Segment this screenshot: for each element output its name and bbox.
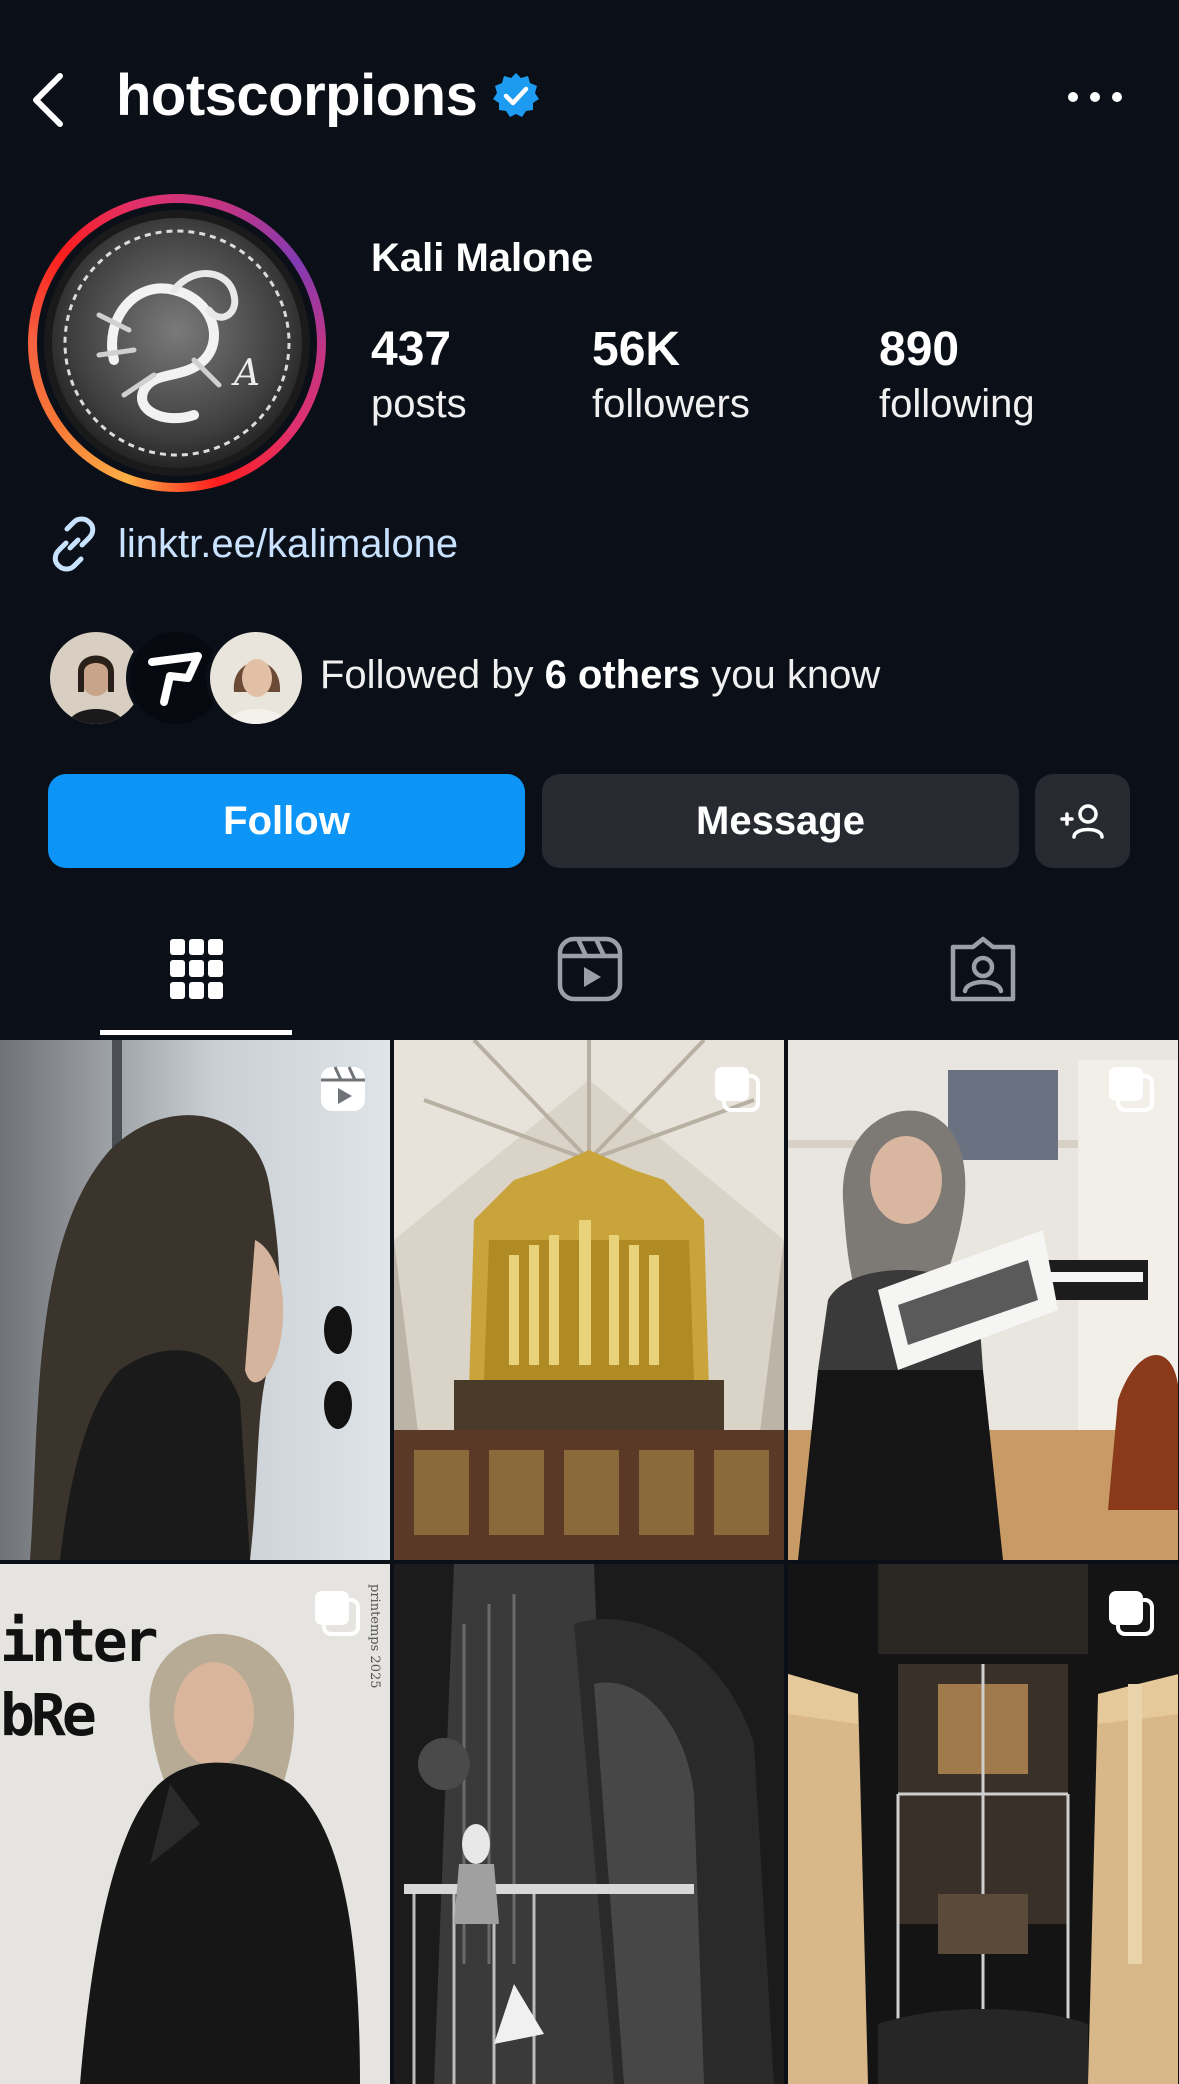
tab-posts-grid[interactable] [0, 900, 393, 1038]
magazine-title: inter bRe [0, 1607, 159, 1749]
tab-tagged[interactable] [786, 900, 1179, 1038]
stat-followers-value: 56K [592, 323, 681, 376]
profile-tabs [0, 900, 1179, 1038]
carousel-badge-icon [1109, 1591, 1154, 1636]
more-horizontal-icon [1068, 92, 1122, 102]
stat-following[interactable]: 890 following [879, 320, 1035, 428]
carousel-badge-icon [1109, 1067, 1154, 1112]
username-text: hotscorpions [116, 63, 478, 128]
stat-posts-label: posts [371, 382, 467, 426]
stat-posts-value: 437 [371, 323, 452, 376]
post-thumbnail-2[interactable] [394, 1040, 784, 1560]
message-button[interactable]: Message [542, 774, 1019, 868]
more-options-button[interactable] [1060, 72, 1130, 122]
mutual-count: 6 others [544, 652, 701, 697]
mutual-followers[interactable]: Followed by 6 others you know [46, 626, 881, 728]
post-thumbnail-6[interactable] [788, 1564, 1178, 2084]
profile-username: hotscorpions [116, 62, 541, 129]
coin-scorpion-image: A [44, 210, 310, 476]
stat-followers[interactable]: 56K followers [592, 320, 750, 428]
carousel-badge-icon [315, 1591, 360, 1636]
magazine-side-text: printemps 2025 [367, 1584, 382, 1689]
mutual-followers-text: Followed by 6 others you know [320, 652, 881, 697]
stat-following-label: following [879, 382, 1035, 426]
active-tab-indicator [100, 1030, 292, 1035]
back-button[interactable] [18, 60, 78, 140]
stat-posts[interactable]: 437 posts [371, 320, 467, 428]
suggested-accounts-button[interactable] [1035, 774, 1130, 868]
top-bar: hotscorpions [0, 0, 1179, 200]
grid-icon [169, 939, 223, 999]
bio-link[interactable]: linktr.ee/kalimalone [46, 516, 458, 572]
mutual-avatar-3 [206, 628, 306, 728]
add-person-icon [1059, 804, 1104, 839]
reels-icon [557, 936, 622, 1002]
follow-button[interactable]: Follow [48, 774, 525, 868]
profile-avatar: A [44, 210, 310, 476]
tagged-icon [950, 936, 1015, 1002]
mutual-avatars [46, 626, 306, 728]
reel-badge-icon [321, 1066, 365, 1111]
tab-reels[interactable] [393, 900, 786, 1038]
post-thumbnail-5[interactable] [394, 1564, 784, 2084]
profile-avatar-story-ring[interactable]: A [28, 194, 326, 492]
stat-following-value: 890 [879, 323, 960, 376]
post-thumbnail-3[interactable] [788, 1040, 1178, 1560]
chevron-left-icon [33, 73, 63, 127]
carousel-badge-icon [715, 1067, 760, 1112]
link-icon [52, 516, 96, 572]
post-thumbnail-1[interactable] [0, 1040, 390, 1560]
post-thumbnail-4[interactable]: inter bRe printemps 2025 [0, 1564, 390, 2084]
bio-link-text: linktr.ee/kalimalone [118, 521, 459, 566]
stat-followers-label: followers [592, 382, 750, 426]
verified-badge-icon [493, 72, 540, 117]
profile-display-name: Kali Malone [371, 236, 594, 280]
svg-text:A: A [231, 353, 260, 394]
